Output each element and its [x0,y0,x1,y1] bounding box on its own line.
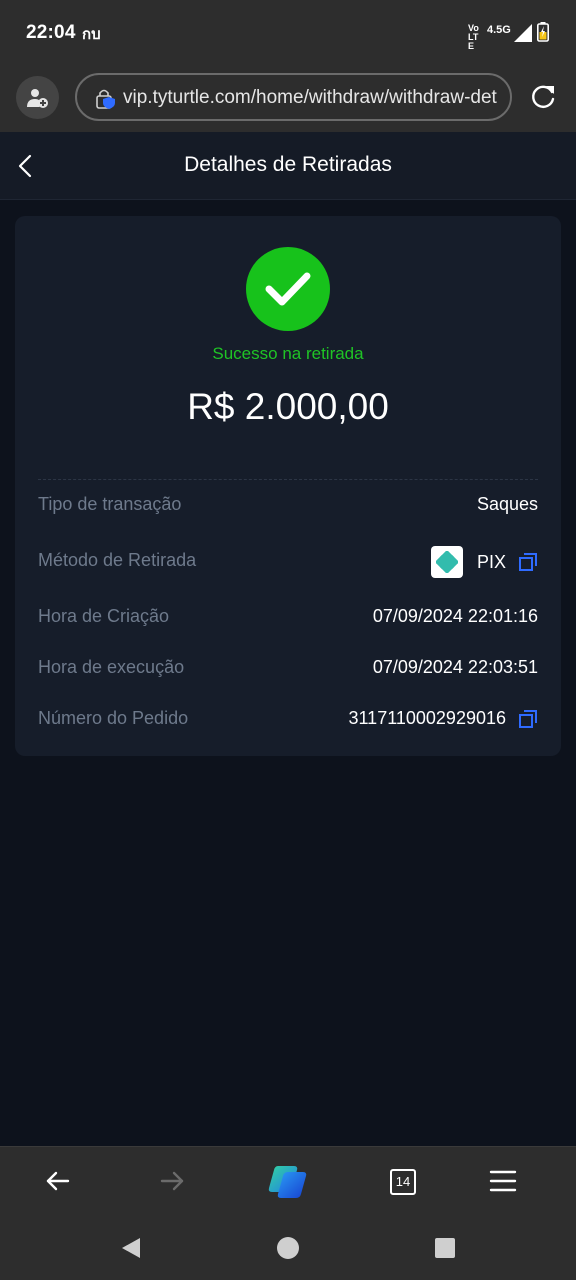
order-label: Número do Pedido [38,708,189,728]
detail-row-order: Número do Pedido 3117110002929016 [38,704,538,734]
page-header: Detalhes de Retiradas [0,132,576,200]
copy-icon[interactable] [518,552,538,572]
profile-icon [26,88,48,108]
signal-icon [514,24,532,42]
lock-icon [96,89,115,109]
executed-value: 07/09/2024 22:03:51 [373,657,538,678]
url-field[interactable]: vip.tyturtle.com/home/withdraw/withdraw-… [75,73,512,121]
created-value: 07/09/2024 22:01:16 [373,606,538,627]
pix-icon [430,546,463,578]
status-time: 22:04 [26,22,76,43]
detail-row-executed: Hora de execução 07/09/2024 22:03:51 [38,653,538,683]
status-carrier: กบ [82,26,101,43]
detail-row-transaction-type: Tipo de transação Saques [38,490,538,520]
created-label: Hora de Criação [38,606,170,626]
status-bar: 22:04 กบ Vo LTE 4.5G [0,0,576,66]
method-text: PIX [476,551,506,572]
detail-row-method: Método de Retirada PIX [38,546,538,578]
back-arrow-icon[interactable] [44,1167,72,1195]
page-title: Detalhes de Retiradas [184,153,392,176]
browser-toolbar: vip.tyturtle.com/home/withdraw/withdraw-… [0,66,576,132]
menu-icon[interactable] [489,1167,517,1195]
url-text: vip.tyturtle.com/home/withdraw/withdraw-… [123,87,497,108]
executed-text: 07/09/2024 22:03:51 [372,657,538,677]
detail-row-created: Hora de Criação 07/09/2024 22:01:16 [38,602,538,632]
reload-icon[interactable] [528,82,558,112]
divider [38,479,538,480]
method-value: PIX [430,546,538,578]
transaction-type-label: Tipo de transação [38,494,182,514]
method-label: Método de Retirada [38,550,197,570]
executed-label: Hora de execução [38,657,185,677]
system-home-icon[interactable] [276,1236,300,1260]
volte-indicator: Vo LTE [468,23,479,51]
created-text: 07/09/2024 22:01:16 [372,606,538,626]
profile-button[interactable] [16,76,59,119]
withdrawal-amount: R$ 2.000,00 [187,386,389,427]
browser-bottom-nav: 14 [0,1146,576,1216]
status-text: Sucesso na retirada [212,344,364,363]
transaction-type-value: Saques [477,494,538,515]
copy-icon[interactable] [518,709,538,729]
network-type: 4.5G [487,24,511,36]
transaction-type-text: Saques [476,494,538,514]
forward-arrow-icon[interactable] [158,1167,186,1195]
order-number: 3117110002929016 [348,708,507,728]
system-back-icon[interactable] [120,1237,142,1259]
battery-icon [537,22,549,42]
system-nav-bar [0,1216,576,1280]
system-recents-icon[interactable] [434,1237,456,1259]
check-icon [246,247,330,331]
copilot-icon[interactable] [266,1164,310,1200]
order-value: 3117110002929016 [349,708,539,729]
tabs-icon[interactable]: 14 [390,1169,416,1195]
withdrawal-details-card: Sucesso na retirada R$ 2.000,00 Tipo de … [15,216,561,756]
